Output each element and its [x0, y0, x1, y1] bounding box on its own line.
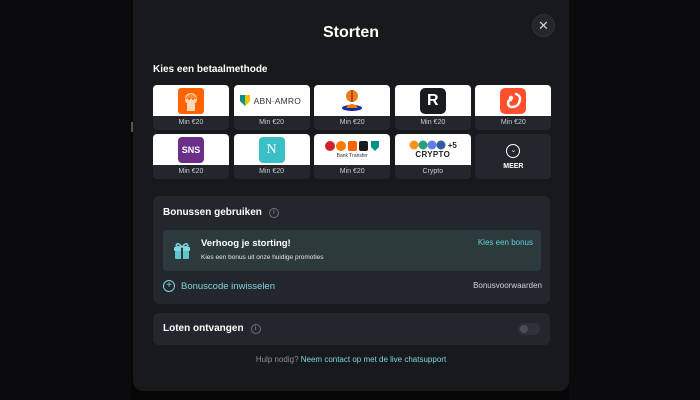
payment-method-bank-transfer[interactable]: Bank Transfer Min €20 [314, 134, 391, 179]
choose-bonus-link[interactable]: Kies een bonus [478, 238, 533, 247]
method-caption: Min €20 [339, 168, 365, 175]
payment-method-crypto[interactable]: +5 CRYPTO Crypto [394, 134, 471, 179]
sns-icon: SNS [178, 136, 204, 163]
lots-section: Loten ontvangen i [153, 313, 550, 345]
bonus-terms-link[interactable]: Bonusvoorwaarden [432, 281, 542, 290]
squirrel-icon [500, 87, 527, 114]
lots-label: Loten ontvangen [163, 323, 244, 334]
promo-title: Verhoog je storting! [201, 238, 291, 249]
abn-amro-wordmark: ABN·AMRO [253, 95, 302, 106]
crypto-coins-icon [409, 140, 446, 150]
more-methods-button[interactable]: ⌄ MEER [475, 134, 552, 179]
payment-method-squirrel[interactable]: Min €20 [475, 85, 552, 130]
bank-transfer-label: Bank Transfer [336, 153, 368, 159]
method-caption: Min €20 [420, 119, 446, 126]
sns-logo: SNS [153, 134, 229, 165]
payment-method-sns[interactable]: SNS Min €20 [153, 134, 229, 179]
method-caption: Min €20 [259, 168, 285, 175]
redeem-bonus-code-button[interactable]: + Bonuscode inwisselen [163, 280, 275, 292]
crypto-plus-count: +5 [447, 140, 457, 150]
rabobank-icon [342, 89, 363, 111]
method-caption: Min €20 [178, 168, 204, 175]
gift-icon [174, 243, 190, 259]
method-caption: Min €20 [339, 119, 365, 126]
info-icon[interactable]: i [268, 207, 279, 218]
revolut-logo: R [394, 85, 471, 116]
squirrel-logo [475, 85, 552, 116]
modal-title: Storten [323, 24, 379, 41]
payment-method-abn-amro[interactable]: ABN·AMRO Min €20 [233, 85, 310, 130]
promo-subtitle: Kies een bonus uit onze huidige promotie… [201, 254, 324, 261]
background-panel-left [0, 0, 131, 400]
promo-banner[interactable]: Verhoog je storting! Kies een bonus uit … [163, 230, 541, 271]
bonus-section: Bonussen gebruiken i Verhoog je storting… [153, 196, 550, 304]
ing-logo [153, 85, 229, 116]
background-panel-right [569, 0, 700, 400]
payment-method-rabobank[interactable]: Min €20 [314, 85, 391, 130]
crypto-logo: +5 CRYPTO [394, 134, 471, 165]
method-caption: Min €20 [500, 119, 526, 126]
lots-toggle[interactable] [518, 323, 540, 335]
crypto-wordmark: CRYPTO [415, 150, 451, 159]
crypto-coins-row: +5 [409, 140, 457, 150]
payment-methods-heading: Kies een betaalmethode [153, 64, 268, 75]
revolut-icon: R [419, 87, 446, 114]
help-footer: Hulp nodig? Neem contact op met de live … [133, 355, 569, 364]
plus-circle-icon: + [163, 280, 175, 292]
ing-lion-icon [178, 87, 204, 114]
payment-method-n26[interactable]: N Min €20 [233, 134, 310, 179]
payment-method-ing[interactable]: Min €20 [153, 85, 229, 130]
rabobank-logo [314, 85, 391, 116]
n26-icon: N [258, 136, 285, 163]
close-icon: ✕ [538, 18, 549, 33]
redeem-bonus-code-label: Bonuscode inwisselen [181, 280, 276, 292]
abn-amro-shield-icon [239, 95, 250, 106]
info-icon[interactable]: i [250, 323, 261, 334]
payment-methods-grid: Min €20 ABN·AMRO Min €20 Min €20 R Min €… [153, 85, 552, 179]
method-caption: Min €20 [259, 119, 285, 126]
bank-transfer-icon [325, 141, 380, 151]
n26-logo: N [233, 134, 310, 165]
method-caption: Crypto [422, 168, 444, 175]
help-prefix: Hulp nodig? [255, 355, 299, 364]
payment-method-revolut[interactable]: R Min €20 [394, 85, 471, 130]
bonus-heading-row: Bonussen gebruiken i [163, 207, 279, 218]
abn-amro-logo: ABN·AMRO [233, 85, 310, 116]
bonus-terms-label: Bonusvoorwaarden [473, 281, 542, 290]
deposit-modal: Storten ✕ Kies een betaalmethode Min €20 [133, 0, 569, 391]
bonus-heading: Bonussen gebruiken [163, 207, 262, 218]
chevron-down-icon: ⌄ [506, 143, 521, 158]
live-chat-support-link[interactable]: Neem contact op met de live chatsupport [301, 355, 446, 364]
more-label: MEER [503, 162, 524, 170]
bank-transfer-logo: Bank Transfer [314, 134, 391, 165]
toggle-knob [520, 325, 528, 333]
close-button[interactable]: ✕ [532, 14, 555, 37]
lots-label-row: Loten ontvangen i [163, 323, 261, 334]
method-caption: Min €20 [178, 119, 204, 126]
